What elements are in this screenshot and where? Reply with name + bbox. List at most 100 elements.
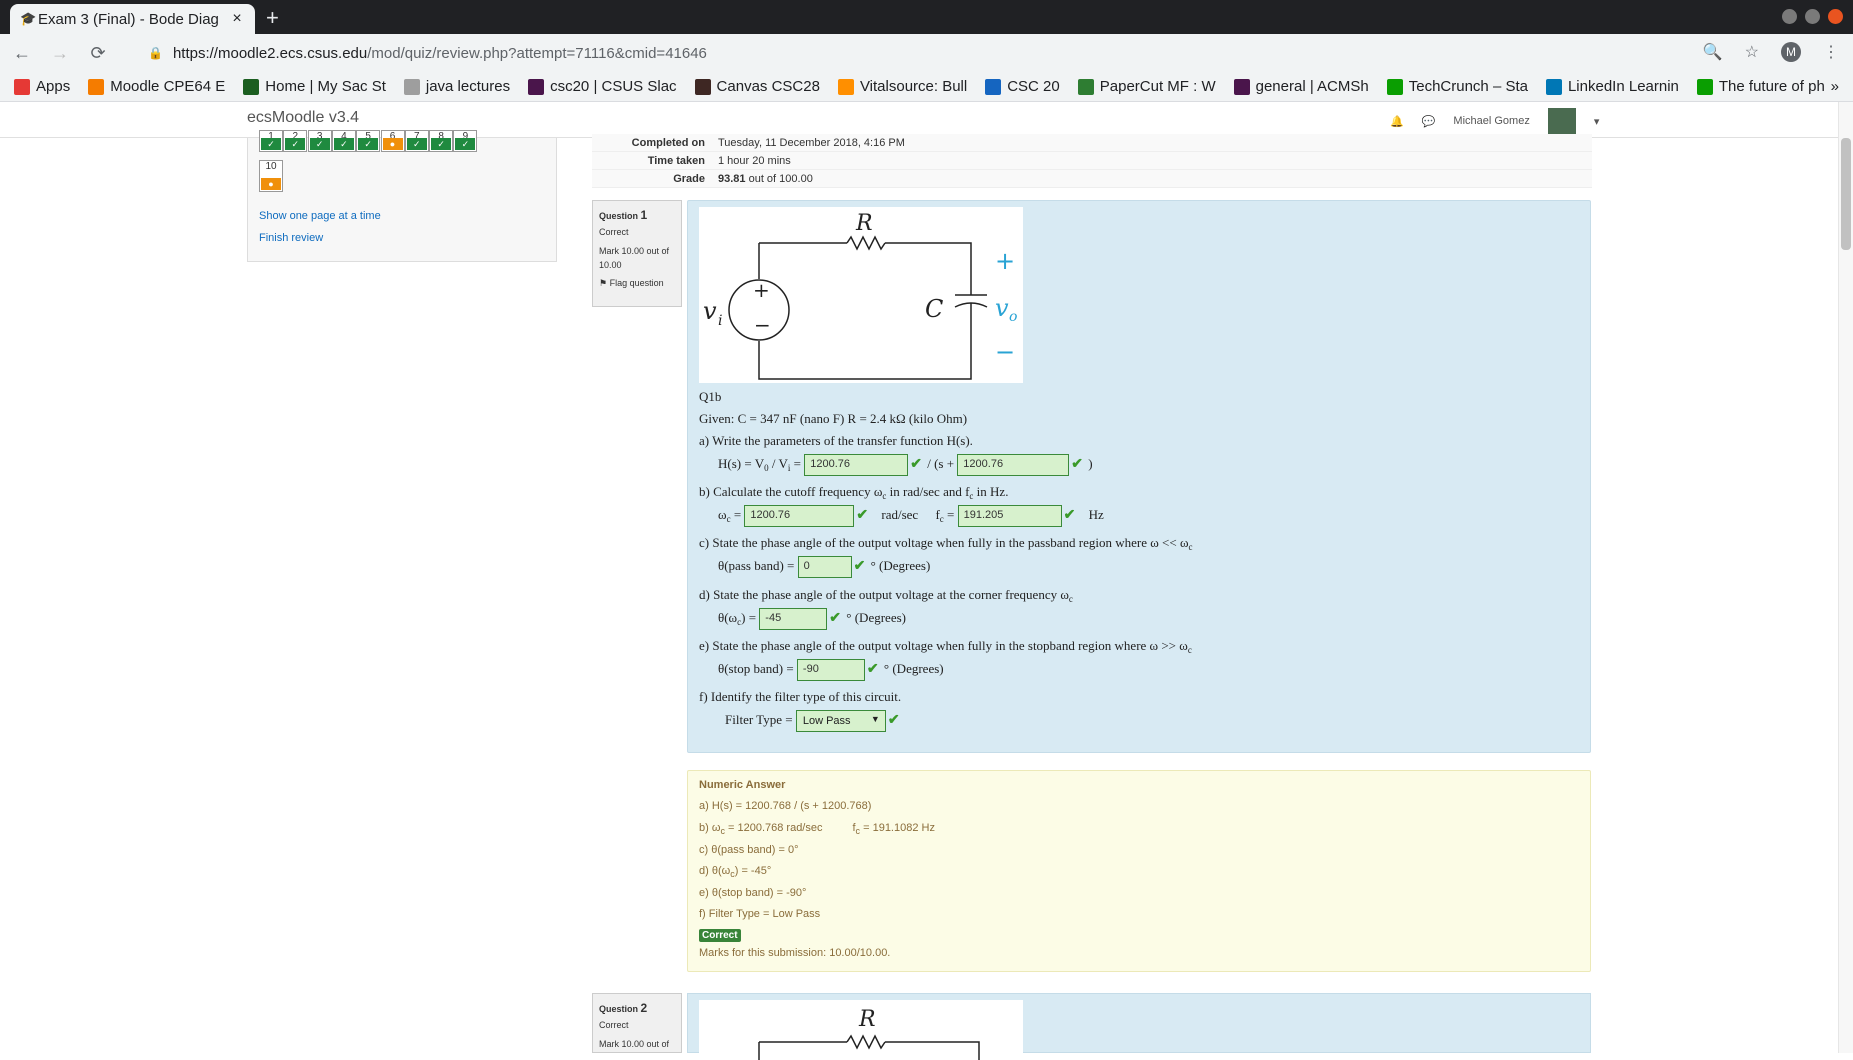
- part-b-answer-row: ωc = 1200.76 ✔ rad/sec fc = 191.205 ✔ Hz: [718, 505, 1104, 527]
- browser-tab[interactable]: 🎓 Exam 3 (Final) - Bode Diag ×: [10, 4, 255, 34]
- bookmark-item[interactable]: general | ACMSh: [1233, 78, 1369, 95]
- bookmark-label: Moodle CPE64 E: [110, 78, 226, 95]
- filter-type-select[interactable]: Low Pass ▼: [795, 710, 886, 732]
- bookmark-item[interactable]: csc20 | CSUS Slac: [528, 78, 677, 95]
- numerator-input[interactable]: 1200.76: [804, 454, 909, 476]
- part-d-text: d) State the phase angle of the output v…: [699, 587, 1073, 604]
- correct-status-icon: ✓: [431, 138, 452, 150]
- reload-icon[interactable]: ⟳: [82, 43, 114, 64]
- quiz-nav-question-button[interactable]: 8 ✓: [429, 130, 454, 152]
- bookmark-label: general | ACMSh: [1255, 78, 1369, 95]
- bookmark-label: LinkedIn Learnin: [1567, 78, 1679, 95]
- part-c-text: c) State the phase angle of the output v…: [699, 535, 1193, 552]
- bookmark-label: TechCrunch – Sta: [1408, 78, 1528, 95]
- bookmark-item[interactable]: The future of ph: [1696, 78, 1825, 95]
- notification-bell-icon[interactable]: 🔔: [1390, 115, 1404, 128]
- bookmark-item[interactable]: LinkedIn Learnin: [1545, 78, 1679, 95]
- correct-check-icon: ✔: [866, 661, 879, 677]
- bookmark-item[interactable]: java lectures: [403, 78, 510, 95]
- summary-value: Tuesday, 11 December 2018, 4:16 PM: [718, 136, 905, 149]
- bookmark-item[interactable]: Apps: [14, 78, 70, 95]
- question-code: Q1b: [699, 389, 722, 404]
- question-formulation: + − R C v i + v o − Q1b Given: C = 347 n…: [687, 200, 1591, 753]
- bookmark-item[interactable]: Home | My Sac St: [243, 78, 386, 95]
- browser-toolbar: ← → ⟳ 🔒 https://moodle2.ecs.csus.edu/mod…: [0, 34, 1853, 72]
- bookmark-item[interactable]: TechCrunch – Sta: [1386, 78, 1528, 95]
- source-plus-sign: +: [753, 278, 770, 302]
- show-one-page-link[interactable]: Show one page at a time: [259, 210, 381, 222]
- part-f-text: f) Identify the filter type of this circ…: [699, 689, 902, 704]
- window-controls: [1782, 9, 1843, 24]
- summary-key: Grade: [673, 172, 705, 185]
- bookmark-favicon-icon: [1077, 78, 1094, 95]
- new-tab-button[interactable]: +: [266, 5, 279, 31]
- finish-review-link[interactable]: Finish review: [259, 232, 323, 244]
- bookmark-item[interactable]: CSC 20: [985, 78, 1060, 95]
- url-path: /mod/quiz/review.php?attempt=71116&cmid=…: [367, 44, 707, 62]
- bookmark-item[interactable]: PaperCut MF : W: [1077, 78, 1216, 95]
- stopband-phase-input[interactable]: -90: [796, 659, 865, 681]
- site-brand[interactable]: ecsMoodle v3.4: [247, 109, 359, 127]
- summary-key: Completed on: [631, 136, 705, 149]
- flag-question-button[interactable]: ⚑ Flag question: [599, 276, 675, 290]
- corner-phase-input[interactable]: -45: [759, 608, 828, 630]
- forward-arrow-icon[interactable]: →: [44, 43, 76, 64]
- bookmark-label: Apps: [36, 78, 71, 95]
- quiz-nav-question-button[interactable]: 1 ✓: [259, 130, 283, 152]
- bookmark-star-icon[interactable]: ☆: [1745, 42, 1759, 62]
- user-menu-caret-icon[interactable]: ▾: [1594, 115, 1600, 128]
- messages-icon[interactable]: 💬: [1422, 115, 1436, 128]
- quiz-nav-question-button[interactable]: 7 ✓: [404, 130, 429, 152]
- bookmark-favicon-icon: [1386, 78, 1403, 95]
- bookmark-favicon-icon: [243, 78, 260, 95]
- bookmark-label: csc20 | CSUS Slac: [550, 78, 677, 95]
- account-avatar[interactable]: M: [1781, 42, 1801, 62]
- quiz-nav-number: 10: [265, 161, 277, 172]
- quiz-nav-question-button[interactable]: 6 ●: [380, 130, 405, 152]
- partial-status-icon: ●: [261, 178, 281, 190]
- vo-subscript: o: [1009, 309, 1017, 325]
- bookmark-label: PaperCut MF : W: [1099, 78, 1216, 95]
- quiz-nav-question-button[interactable]: 3 ✓: [307, 130, 332, 152]
- back-arrow-icon[interactable]: ←: [6, 43, 38, 64]
- bookmarks-overflow-button[interactable]: »: [1831, 78, 1839, 95]
- scrollbar-thumb[interactable]: [1841, 138, 1851, 250]
- correct-check-icon: ✔: [853, 558, 866, 574]
- feedback-line-c: c) θ(pass band) = 0°: [699, 844, 799, 856]
- bookmark-favicon-icon: [88, 78, 105, 95]
- cutoff-hz-input[interactable]: 191.205: [957, 505, 1062, 527]
- minimize-button[interactable]: [1782, 9, 1797, 24]
- pole-input[interactable]: 1200.76: [957, 454, 1070, 476]
- feedback-heading: Numeric Answer: [699, 779, 786, 791]
- question-feedback: Numeric Answer a) H(s) = 1200.768 / (s +…: [687, 770, 1591, 972]
- correct-check-icon: ✔: [910, 456, 922, 472]
- user-name[interactable]: Michael Gomez: [1453, 115, 1529, 127]
- quiz-nav-question-button[interactable]: 5 ✓: [356, 130, 381, 152]
- bookmark-item[interactable]: Vitalsource: Bull: [837, 78, 967, 95]
- attempt-summary-table: Completed on Tuesday, 11 December 2018, …: [592, 134, 1592, 188]
- lock-icon: 🔒: [148, 46, 163, 60]
- cutoff-rad-input[interactable]: 1200.76: [744, 505, 855, 527]
- feedback-line-f: f) Filter Type = Low Pass: [699, 908, 821, 920]
- bookmark-item[interactable]: Moodle CPE64 E: [88, 78, 225, 95]
- quiz-nav-question-button[interactable]: 9 ✓: [453, 130, 478, 152]
- close-window-button[interactable]: [1828, 9, 1843, 24]
- zoom-icon[interactable]: 🔍: [1703, 42, 1723, 62]
- close-tab-icon[interactable]: ×: [229, 10, 245, 28]
- user-avatar[interactable]: [1547, 108, 1576, 134]
- correct-status-icon: ✓: [261, 138, 281, 150]
- maximize-button[interactable]: [1805, 9, 1820, 24]
- address-bar[interactable]: https://moodle2.ecs.csus.edu/mod/quiz/re…: [173, 45, 707, 62]
- passband-phase-input[interactable]: 0: [797, 556, 852, 578]
- quiz-nav-question-button[interactable]: 10 ●: [259, 160, 283, 192]
- menu-dots-icon[interactable]: ⋮: [1823, 42, 1839, 62]
- question-state: Correct: [599, 1020, 629, 1031]
- summary-value: 93.81 out of 100.00: [714, 173, 813, 185]
- browser-tabbar: 🎓 Exam 3 (Final) - Bode Diag × +: [0, 0, 1853, 34]
- quiz-nav-question-button[interactable]: 2 ✓: [283, 130, 308, 152]
- resistor-label: R: [855, 211, 873, 236]
- tab-title: Exam 3 (Final) - Bode Diag: [38, 10, 219, 28]
- dropdown-arrow-icon: ▼: [870, 714, 880, 724]
- quiz-nav-question-button[interactable]: 4 ✓: [331, 130, 356, 152]
- bookmark-item[interactable]: Canvas CSC28: [694, 78, 820, 95]
